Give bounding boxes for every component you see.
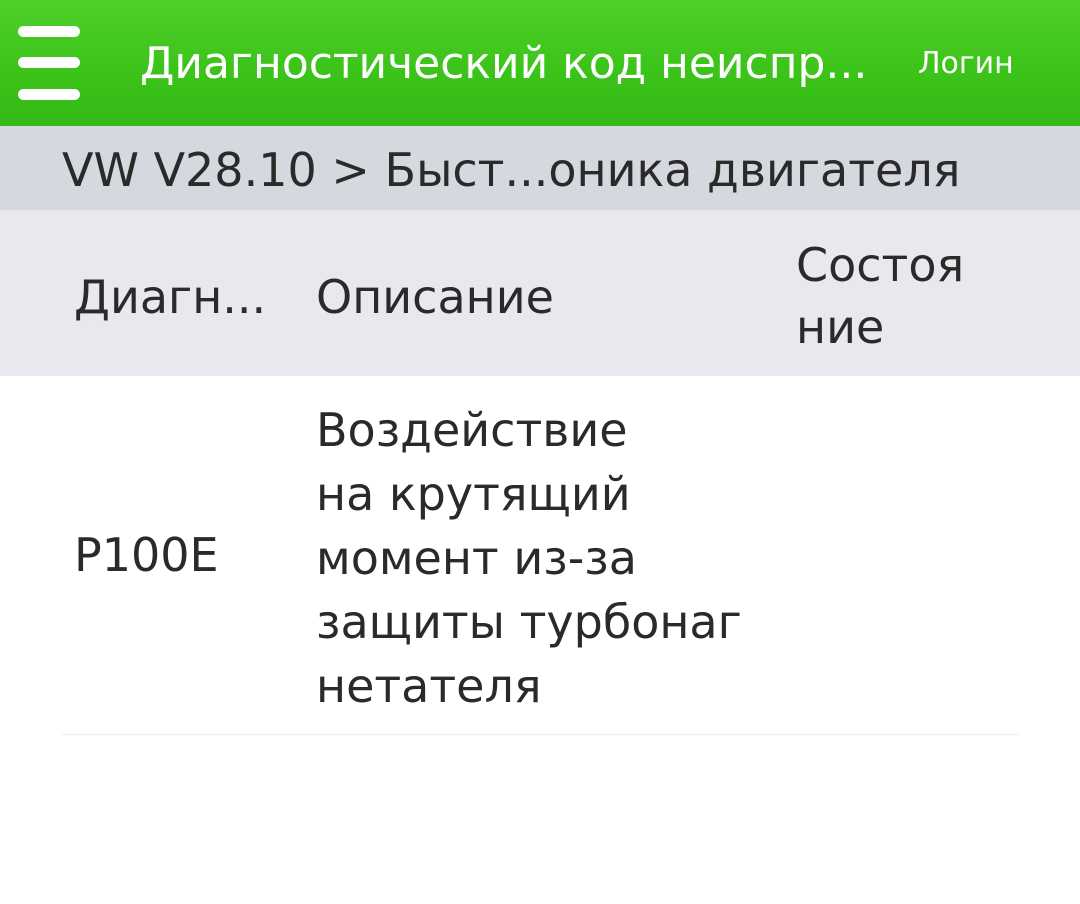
description-line: нетателя (316, 659, 542, 713)
top-app-bar: Диагностический код неиспр... Логин (0, 0, 1080, 126)
column-header-description: Описание (316, 270, 554, 324)
description-line: на крутящий (316, 467, 631, 521)
column-header-code: Диагн... (74, 270, 267, 324)
menu-bar-line (18, 57, 80, 68)
table-row[interactable]: P100E Воздействие на крутящий момент из-за… (62, 376, 1020, 735)
hamburger-menu-icon[interactable] (18, 22, 82, 106)
breadcrumb: VW V28.10 > Быст...оника двигателя (0, 126, 1080, 210)
breadcrumb-path[interactable]: VW V28.10 > Быст...оника двигателя (62, 144, 960, 196)
description-line: защиты турбонаг (316, 595, 742, 649)
app-root: Диагностический код неиспр... Логин VW V… (0, 0, 1080, 904)
menu-bar-line (18, 26, 80, 37)
description-line: момент из-за (316, 531, 637, 585)
description-line: Воздействие (316, 403, 628, 457)
dtc-description: Воздействие на крутящий момент из-за защиты… (316, 398, 786, 718)
page-title: Диагностический код неиспр... (140, 38, 868, 89)
dtc-code: P100E (74, 528, 219, 582)
menu-bar-line (18, 89, 80, 100)
column-header-state-line1: Состоя (796, 238, 965, 292)
column-header-state-line2: ние (796, 300, 885, 354)
column-header-state: Состоя ние (796, 234, 996, 358)
login-button[interactable]: Логин (918, 44, 1014, 84)
